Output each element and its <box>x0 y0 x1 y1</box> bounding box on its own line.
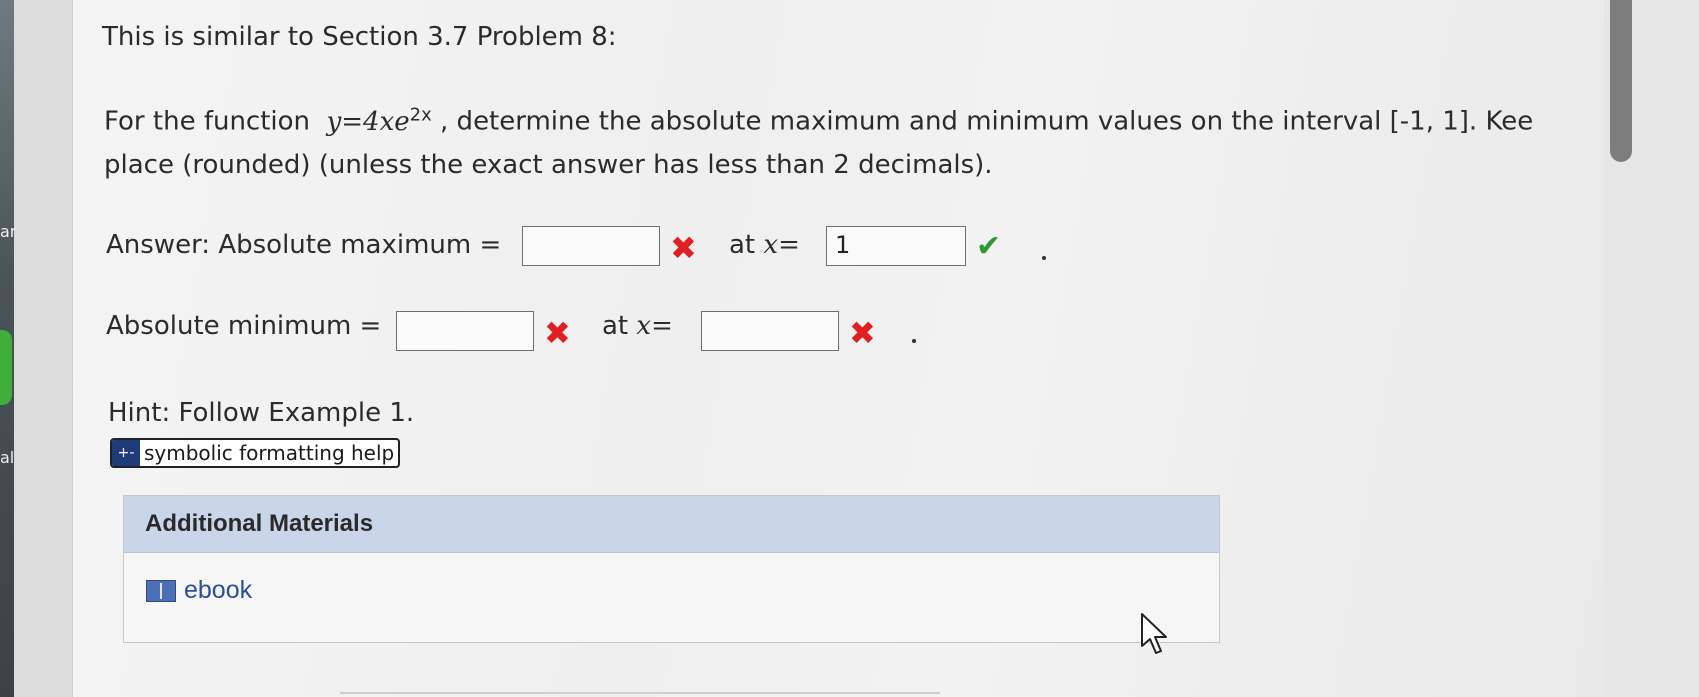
statement-suffix: , determine the absolute maximum and min… <box>440 106 1534 137</box>
help-button-label: symbolic formatting help <box>144 441 395 465</box>
book-icon <box>146 579 176 602</box>
problem-title: This is similar to Section 3.7 Problem 8… <box>102 22 617 52</box>
symbolic-formatting-help-button[interactable]: +- symbolic formatting help <box>110 438 401 468</box>
hint-text: Hint: Follow Example 1. <box>108 398 415 428</box>
statement-prefix: For the function <box>104 106 311 137</box>
wrong-x-icon: ✖ <box>670 229 697 267</box>
max-at-label: at x= <box>729 230 800 260</box>
additional-materials-header: Additional Materials <box>124 496 1219 553</box>
absolute-minimum-label: Absolute minimum = <box>106 311 382 341</box>
additional-materials-panel: Additional Materials ebook <box>123 495 1220 643</box>
correct-check-icon: ✔ <box>976 229 1002 264</box>
mouse-pointer-icon <box>1141 613 1167 654</box>
wrong-x-icon: ✖ <box>544 314 571 352</box>
ebook-label: ebook <box>184 576 253 604</box>
max-x-input[interactable]: 1 <box>826 226 966 266</box>
edge-fragment-text: al <box>0 448 15 467</box>
ebook-link[interactable]: ebook <box>146 576 252 605</box>
plus-minus-icon: +- <box>112 440 140 466</box>
edge-fragment-text: ar <box>0 222 17 241</box>
x-variable: x= <box>763 230 800 260</box>
absolute-maximum-label: Answer: Absolute maximum = <box>106 230 502 260</box>
absolute-minimum-input[interactable] <box>396 311 534 351</box>
period-dot <box>1042 256 1046 260</box>
wrong-x-icon: ✖ <box>849 314 876 352</box>
scrollbar-thumb[interactable] <box>1610 0 1632 162</box>
function-expression: y=4xe2x <box>326 104 432 137</box>
min-at-label: at x= <box>602 311 673 341</box>
min-x-input[interactable] <box>701 311 839 351</box>
at-text: at <box>602 311 629 341</box>
function-base: y=4xe <box>326 106 410 137</box>
function-exponent: 2x <box>409 104 432 125</box>
left-edge-window: ar al <box>0 0 17 697</box>
problem-statement-line2: place (rounded) (unless the exact answer… <box>104 150 993 180</box>
at-text: at <box>729 230 756 260</box>
green-edge-element <box>0 330 12 405</box>
absolute-maximum-input[interactable] <box>522 226 660 266</box>
x-variable: x= <box>636 311 673 341</box>
problem-statement-line1: For the function y=4xe2x , determine the… <box>104 104 1533 137</box>
bottom-divider <box>340 692 940 694</box>
period-dot <box>912 339 916 343</box>
